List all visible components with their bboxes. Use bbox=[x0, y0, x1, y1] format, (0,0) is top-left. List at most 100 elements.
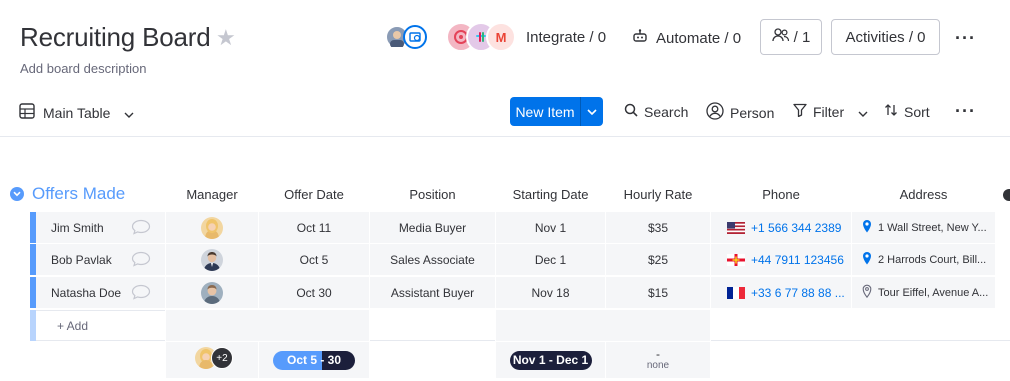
phone-cell[interactable]: +33 6 77 88 88 ... bbox=[711, 277, 851, 308]
filter-button[interactable]: Filter bbox=[793, 103, 868, 120]
sort-icon bbox=[884, 103, 898, 120]
gmail-icon: M bbox=[486, 22, 516, 52]
position-cell[interactable]: Assistant Buyer bbox=[370, 277, 495, 308]
item-name-cell[interactable]: Bob Pavlak bbox=[36, 244, 165, 275]
phone-number: +1 566 344 2389 bbox=[751, 220, 842, 235]
offer-date-cell[interactable]: Oct 30 bbox=[259, 277, 369, 308]
phone-cell[interactable]: +44 7911 123456 bbox=[711, 244, 851, 275]
table-row[interactable]: Bob Pavlak Oct 5 Sales Associate Dec 1 $… bbox=[30, 244, 1010, 275]
table-icon bbox=[19, 103, 35, 122]
more-options-icon[interactable]: ··· bbox=[955, 29, 976, 47]
add-item-cell[interactable]: + Add bbox=[36, 310, 165, 341]
filter-label: Filter bbox=[813, 103, 845, 120]
hourly-rate-cell[interactable]: $35 bbox=[606, 212, 710, 243]
search-label: Search bbox=[644, 103, 689, 120]
summary-row: +2 Oct 5 - 30 Nov 1 - Dec 1 - none bbox=[166, 342, 1010, 378]
item-name-cell[interactable]: Natasha Doe bbox=[36, 277, 165, 308]
conversation-icon[interactable] bbox=[131, 219, 151, 235]
column-header-position[interactable]: Position bbox=[370, 187, 495, 202]
more-managers-badge[interactable]: +2 bbox=[211, 347, 233, 369]
address-cell[interactable]: Tour Eiffel, Avenue A... bbox=[852, 277, 995, 308]
person-filter-button[interactable]: Person bbox=[706, 102, 774, 123]
board-title[interactable]: Recruiting Board bbox=[20, 22, 211, 53]
starting-date-cell[interactable]: Nov 1 bbox=[496, 212, 605, 243]
toolbar-more-icon[interactable]: ··· bbox=[955, 102, 976, 120]
france-flag-icon bbox=[727, 286, 745, 299]
rate-summary-value: - bbox=[656, 347, 660, 361]
hourly-rate-cell[interactable]: $25 bbox=[606, 244, 710, 275]
person-icon bbox=[706, 102, 724, 123]
item-name: Jim Smith bbox=[51, 220, 104, 235]
column-header-hourly-rate[interactable]: Hourly Rate bbox=[606, 187, 710, 202]
view-label: Main Table bbox=[43, 104, 111, 121]
manager-cell[interactable] bbox=[166, 244, 258, 275]
starting-date-summary[interactable]: Nov 1 - Dec 1 bbox=[496, 342, 605, 378]
robot-icon bbox=[632, 29, 648, 47]
sort-button[interactable]: Sort bbox=[884, 103, 930, 120]
table-row[interactable]: Natasha Doe Oct 30 Assistant Buyer Nov 1… bbox=[30, 277, 1010, 308]
star-icon[interactable]: ★ bbox=[216, 27, 236, 49]
phone-cell[interactable]: +1 566 344 2389 bbox=[711, 212, 851, 243]
position-cell[interactable]: Sales Associate bbox=[370, 244, 495, 275]
divider bbox=[0, 136, 1010, 137]
address-text: 2 Harrods Court, Bill... bbox=[878, 253, 987, 266]
manager-cell[interactable] bbox=[166, 212, 258, 243]
phone-number: +44 7911 123456 bbox=[751, 252, 844, 267]
item-name-cell[interactable]: Jim Smith bbox=[36, 212, 165, 243]
hourly-rate-summary[interactable]: - none bbox=[606, 342, 710, 378]
conversation-icon[interactable] bbox=[131, 251, 151, 267]
column-header-starting-date[interactable]: Starting Date bbox=[496, 187, 605, 202]
address-text: 1 Wall Street, New Y... bbox=[878, 221, 987, 234]
hourly-rate-cell[interactable]: $15 bbox=[606, 277, 710, 308]
add-item-label[interactable]: + Add bbox=[57, 319, 88, 333]
chevron-down-icon[interactable] bbox=[858, 104, 868, 120]
item-name: Bob Pavlak bbox=[51, 252, 112, 267]
column-header-manager[interactable]: Manager bbox=[166, 187, 258, 202]
offer-date-summary[interactable]: Oct 5 - 30 bbox=[259, 342, 369, 378]
table-row[interactable]: Jim Smith Oct 11 Media Buyer Nov 1 $35 +… bbox=[30, 212, 1010, 243]
phone-number: +33 6 77 88 88 ... bbox=[751, 285, 845, 300]
board-members-avatars[interactable] bbox=[385, 25, 431, 51]
starting-date-cell[interactable]: Dec 1 bbox=[496, 244, 605, 275]
search-button[interactable]: Search bbox=[624, 103, 688, 120]
chevron-down-icon[interactable] bbox=[581, 97, 603, 126]
item-name: Natasha Doe bbox=[51, 285, 122, 300]
guest-avatar bbox=[403, 25, 427, 49]
manager-summary[interactable]: +2 bbox=[166, 342, 258, 378]
position-cell[interactable]: Media Buyer bbox=[370, 212, 495, 243]
members-count: / 1 bbox=[793, 28, 811, 46]
avatar bbox=[201, 216, 223, 239]
avatar bbox=[201, 281, 223, 304]
address-cell[interactable]: 1 Wall Street, New Y... bbox=[852, 212, 995, 243]
sort-label: Sort bbox=[904, 103, 930, 120]
integrations-icons[interactable]: M bbox=[446, 22, 518, 52]
person-label: Person bbox=[730, 104, 775, 121]
offer-date-cell[interactable]: Oct 5 bbox=[259, 244, 369, 275]
activities-button[interactable]: Activities / 0 bbox=[831, 19, 940, 55]
view-selector[interactable]: Main Table bbox=[19, 103, 134, 122]
location-pin-icon bbox=[862, 219, 872, 236]
automate-button[interactable]: Automate / 0 bbox=[632, 29, 741, 47]
column-header-address[interactable]: Address bbox=[852, 187, 995, 202]
conversation-icon[interactable] bbox=[131, 284, 151, 300]
collapse-group-icon[interactable] bbox=[10, 187, 24, 201]
new-item-label[interactable]: New Item bbox=[510, 97, 580, 126]
starting-date-cell[interactable]: Nov 18 bbox=[496, 277, 605, 308]
column-header-offer-date[interactable]: Offer Date bbox=[259, 187, 369, 202]
add-item-row[interactable]: + Add bbox=[30, 310, 1010, 341]
column-header-phone[interactable]: Phone bbox=[711, 187, 851, 202]
offer-date-range: Oct 5 - 30 bbox=[286, 353, 342, 367]
board-description[interactable]: Add board description bbox=[20, 61, 146, 76]
new-item-button[interactable]: New Item bbox=[510, 97, 603, 126]
manager-cell[interactable] bbox=[166, 277, 258, 308]
integrate-button[interactable]: Integrate / 0 bbox=[526, 29, 606, 46]
chevron-down-icon bbox=[124, 105, 134, 121]
group-title[interactable]: Offers Made bbox=[10, 184, 125, 204]
offer-date-cell[interactable]: Oct 11 bbox=[259, 212, 369, 243]
add-column-icon[interactable] bbox=[1003, 189, 1010, 201]
starting-date-range-pill: Nov 1 - Dec 1 bbox=[509, 350, 592, 370]
address-cell[interactable]: 2 Harrods Court, Bill... bbox=[852, 244, 995, 275]
integrate-label: Integrate / 0 bbox=[526, 29, 607, 46]
members-button[interactable]: / 1 bbox=[760, 19, 822, 55]
starting-date-range: Nov 1 - Dec 1 bbox=[512, 353, 589, 367]
